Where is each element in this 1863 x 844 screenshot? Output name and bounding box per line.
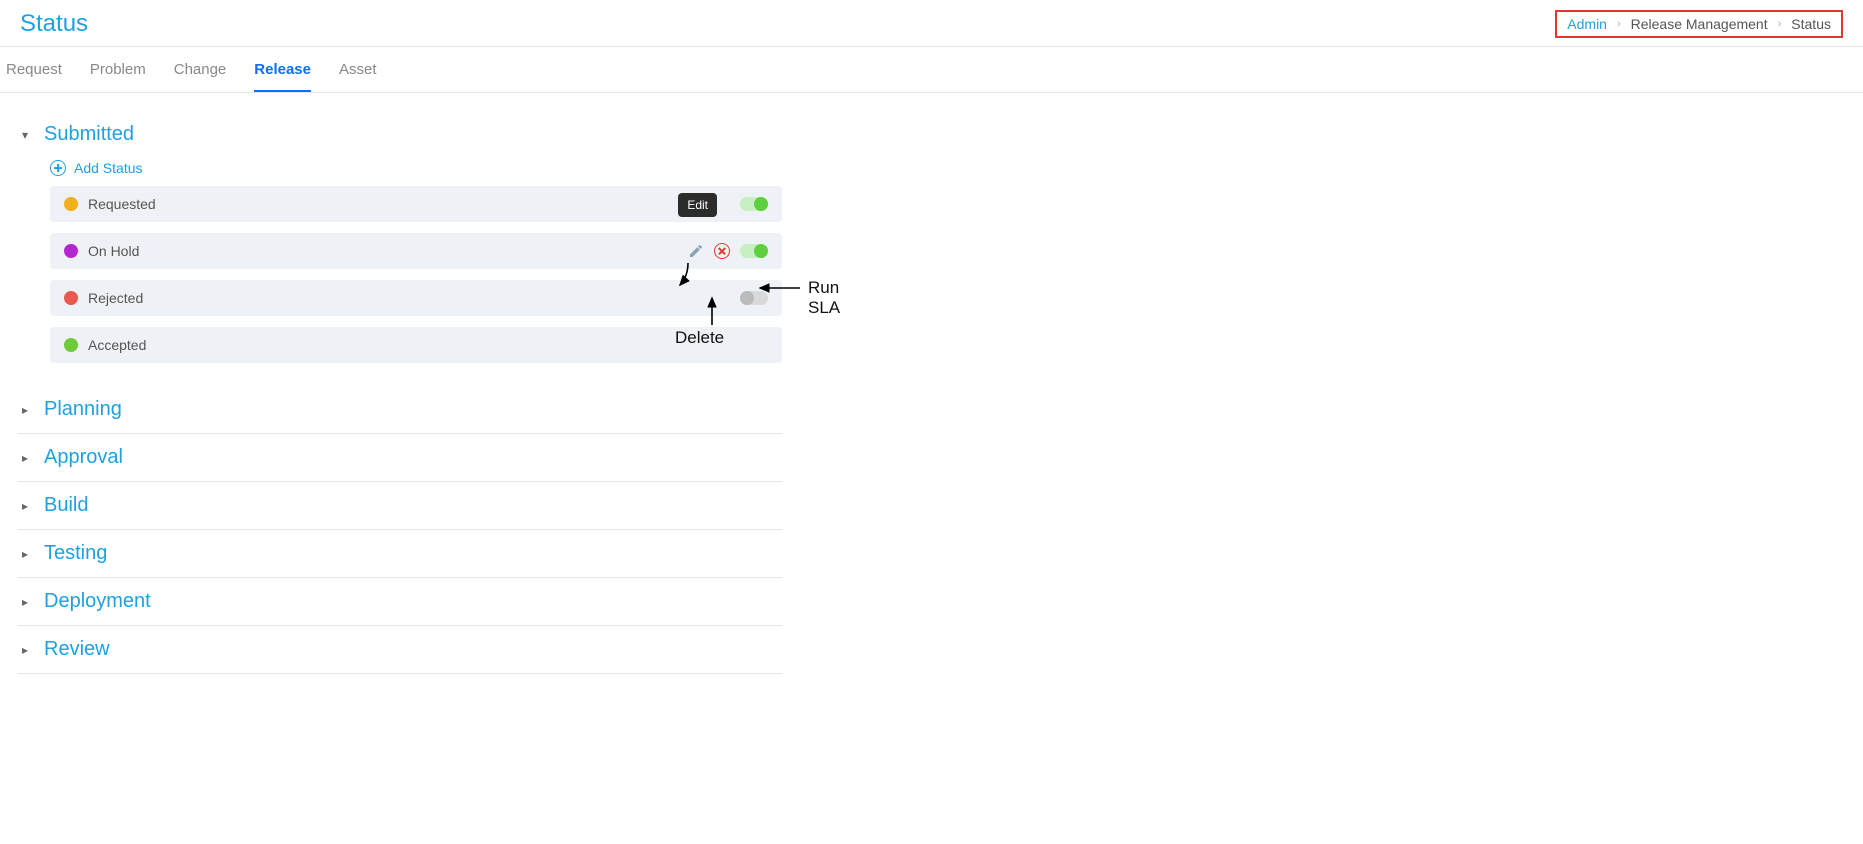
run-sla-toggle[interactable] <box>740 291 768 305</box>
section-approval: ▸ Approval <box>18 434 782 482</box>
plus-circle-icon <box>50 160 66 176</box>
section-header-deployment[interactable]: ▸ Deployment <box>18 590 782 613</box>
annotation-delete: Delete <box>675 328 724 348</box>
tab-problem[interactable]: Problem <box>90 61 146 92</box>
section-header-testing[interactable]: ▸ Testing <box>18 542 782 565</box>
annotation-run-sla: Run SLA <box>808 278 840 318</box>
section-planning: ▸ Planning <box>18 386 782 434</box>
chevron-right-icon: ▸ <box>18 595 32 609</box>
chevron-right-icon: ▸ <box>18 403 32 417</box>
tab-request[interactable]: Request <box>6 61 62 92</box>
chevron-right-icon: › <box>1778 18 1782 30</box>
section-title: Submitted <box>44 123 134 146</box>
section-title: Review <box>44 638 110 661</box>
chevron-down-icon: ▾ <box>18 128 32 142</box>
section-build: ▸ Build <box>18 482 782 530</box>
content-area: ▾ Submitted Add Status Requested <box>0 93 800 714</box>
status-row-rejected: Rejected <box>50 280 782 316</box>
status-row-requested: Requested <box>50 186 782 222</box>
chevron-right-icon: ▸ <box>18 451 32 465</box>
status-dot-icon <box>64 197 78 211</box>
section-submitted: ▾ Submitted Add Status Requested <box>18 111 782 386</box>
add-status-button[interactable]: Add Status <box>50 160 782 176</box>
status-row-accepted: Accepted <box>50 327 782 363</box>
status-row-on-hold: On Hold Edit <box>50 233 782 269</box>
section-header-submitted[interactable]: ▾ Submitted <box>18 123 782 146</box>
section-title: Planning <box>44 398 122 421</box>
section-header-review[interactable]: ▸ Review <box>18 638 782 661</box>
edit-tooltip: Edit <box>678 193 717 217</box>
chevron-right-icon: › <box>1617 18 1621 30</box>
crumb-status: Status <box>1791 16 1831 32</box>
delete-icon[interactable] <box>714 243 730 259</box>
run-sla-toggle[interactable] <box>740 197 768 211</box>
section-title: Approval <box>44 446 123 469</box>
chevron-right-icon: ▸ <box>18 499 32 513</box>
section-header-approval[interactable]: ▸ Approval <box>18 446 782 469</box>
section-testing: ▸ Testing <box>18 530 782 578</box>
edit-icon[interactable] <box>688 243 704 259</box>
status-name: Accepted <box>88 337 146 353</box>
section-deployment: ▸ Deployment <box>18 578 782 626</box>
status-dot-icon <box>64 338 78 352</box>
page-title: Status <box>20 10 88 38</box>
status-name: Requested <box>88 196 156 212</box>
status-dot-icon <box>64 291 78 305</box>
status-dot-icon <box>64 244 78 258</box>
add-status-label: Add Status <box>74 160 143 176</box>
section-title: Testing <box>44 542 107 565</box>
section-title: Build <box>44 494 88 517</box>
run-sla-toggle[interactable] <box>740 244 768 258</box>
chevron-right-icon: ▸ <box>18 547 32 561</box>
crumb-admin[interactable]: Admin <box>1567 16 1607 32</box>
tab-release[interactable]: Release <box>254 61 311 92</box>
tab-asset[interactable]: Asset <box>339 61 377 92</box>
breadcrumb: Admin › Release Management › Status <box>1555 10 1843 38</box>
tab-change[interactable]: Change <box>174 61 227 92</box>
status-name: Rejected <box>88 290 143 306</box>
section-title: Deployment <box>44 590 151 613</box>
section-review: ▸ Review <box>18 626 782 674</box>
status-name: On Hold <box>88 243 139 259</box>
section-header-build[interactable]: ▸ Build <box>18 494 782 517</box>
section-header-planning[interactable]: ▸ Planning <box>18 398 782 421</box>
tabs: Request Problem Change Release Asset <box>0 47 1863 93</box>
crumb-release-mgmt[interactable]: Release Management <box>1631 16 1768 32</box>
chevron-right-icon: ▸ <box>18 643 32 657</box>
